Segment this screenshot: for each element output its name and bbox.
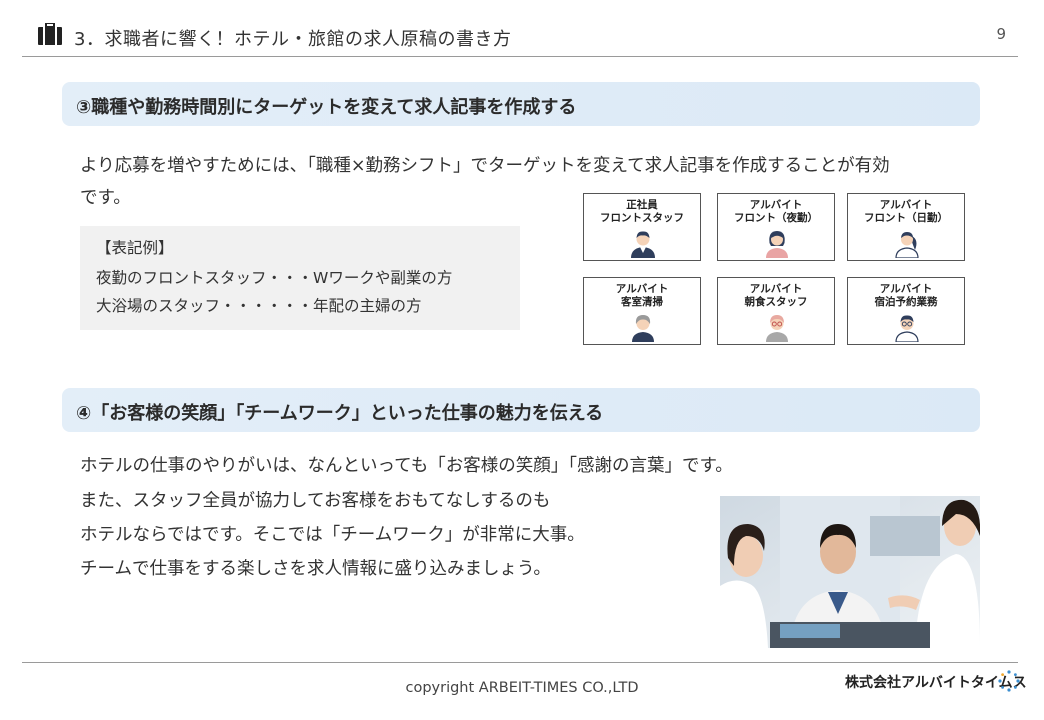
- section4-line-4: チームで仕事をする楽しさを求人情報に盛り込みましょう。: [80, 559, 551, 579]
- man-suit-avatar-icon: [631, 231, 655, 258]
- section3-body-line1: より応募を増やすためには、「職種×勤務シフト」でターゲットを変えて求人記事を作成…: [80, 156, 890, 176]
- woman-ponytail-avatar-icon: [895, 232, 919, 258]
- example-box: 【表記例】 夜勤のフロントスタッフ・・・Wワークや副業の方 大浴場のスタッフ・・…: [80, 226, 520, 330]
- job-card-role: フロントスタッフ: [600, 212, 684, 224]
- job-card-type: アルバイト: [615, 283, 669, 295]
- footer-divider: [22, 662, 1018, 663]
- job-card-type: アルバイト: [879, 283, 933, 295]
- job-card-front-day: アルバイト フロント（日勤）: [847, 193, 965, 261]
- job-card-role: 宿泊予約業務: [874, 296, 938, 308]
- example-line-1: 夜勤のフロントスタッフ・・・Wワークや副業の方: [96, 269, 453, 287]
- job-card-room-cleaning: アルバイト 客室清掃: [583, 277, 701, 345]
- header-divider: [22, 56, 1018, 57]
- job-card-type: アルバイト: [879, 199, 933, 211]
- page-number: 9: [996, 25, 1006, 43]
- section4-line-2: また、スタッフ全員が協力してお客様をおもてなしするのも: [80, 491, 551, 511]
- woman-avatar-icon: [766, 231, 788, 258]
- section4-heading-band: ④「お客様の笑顔」「チームワーク」といった仕事の魅力を伝える: [62, 388, 980, 432]
- section4-line-1: ホテルの仕事のやりがいは、なんといっても「お客様の笑顔」「感謝の言葉」です。: [80, 456, 733, 476]
- section3-body-line2: です。: [80, 188, 131, 208]
- job-card-type: 正社員: [626, 199, 658, 211]
- job-card-type: アルバイト: [749, 199, 803, 211]
- job-card-type: アルバイト: [749, 283, 803, 295]
- job-card-role: フロント（夜勤）: [734, 212, 818, 224]
- job-card-role: 朝食スタッフ: [744, 296, 808, 308]
- section3-heading: ③職種や勤務時間別にターゲットを変えて求人記事を作成する: [76, 97, 577, 118]
- briefcase-icon: [38, 23, 62, 45]
- job-card-role: 客室清掃: [621, 296, 663, 308]
- job-card-front-night: アルバイト フロント（夜勤）: [717, 193, 835, 261]
- sparkle-ring-logo-icon: [998, 670, 1020, 692]
- section3-heading-band: ③職種や勤務時間別にターゲットを変えて求人記事を作成する: [62, 82, 980, 126]
- section4-line-3: ホテルならではです。そこでは「チームワーク」が非常に大事。: [80, 525, 585, 545]
- job-card-fulltime-front: 正社員 フロントスタッフ: [583, 193, 701, 261]
- example-line-2: 大浴場のスタッフ・・・・・・年配の主婦の方: [96, 297, 422, 315]
- section3-body: より応募を増やすためには、「職種×勤務シフト」でターゲットを変えて求人記事を作成…: [80, 150, 980, 214]
- page-title: 3．求職者に響く！ホテル・旅館の求人原稿の書き方: [74, 29, 512, 50]
- job-card-breakfast-staff: アルバイト 朝食スタッフ: [717, 277, 835, 345]
- example-heading: 【表記例】: [96, 239, 174, 257]
- job-card-role: フロント（日勤）: [864, 212, 948, 224]
- gray-hair-avatar-icon: [632, 315, 654, 342]
- job-card-reservation: アルバイト 宿泊予約業務: [847, 277, 965, 345]
- elderly-glasses-avatar-icon: [766, 315, 788, 342]
- hotel-staff-photo: [720, 496, 980, 648]
- man-glasses-avatar-icon: [895, 315, 919, 342]
- section4-heading: ④「お客様の笑顔」「チームワーク」といった仕事の魅力を伝える: [76, 403, 604, 424]
